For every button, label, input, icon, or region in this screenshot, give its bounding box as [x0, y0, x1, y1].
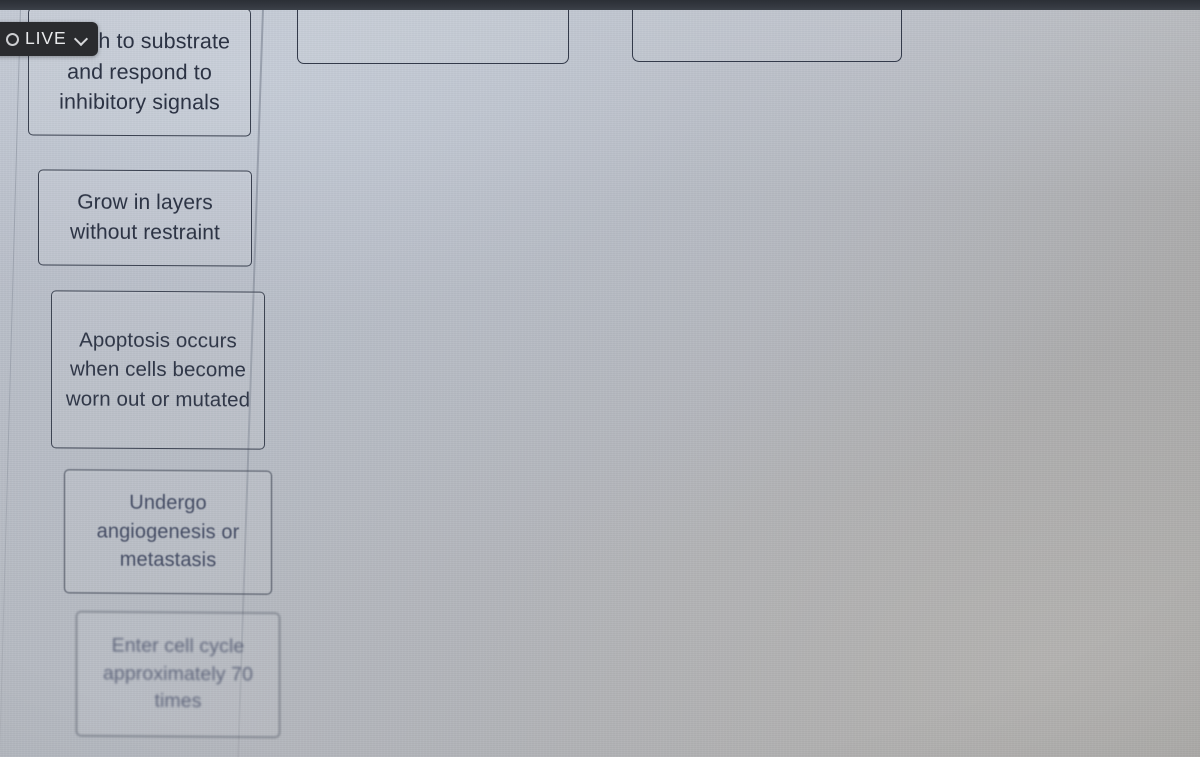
answer-tile-grow-in-layers[interactable]: Grow in layers without restraint	[38, 169, 252, 267]
chevron-down-icon[interactable]	[75, 33, 88, 46]
answer-tile-enter-cell-cycle[interactable]: Enter cell cycle approximately 70 times	[76, 611, 280, 738]
answer-tile-label: Apoptosis occurs when cells become worn …	[65, 328, 251, 412]
answer-tile-label: Grow in layers without restraint	[70, 190, 220, 245]
live-badge-label: LIVE	[25, 28, 67, 49]
screen-photo-surface: Attach to substrate and respond to inhib…	[0, 0, 1200, 757]
monitor-top-bezel	[0, 0, 1200, 10]
answer-tile-apoptosis-occurs[interactable]: Apoptosis occurs when cells become worn …	[51, 290, 265, 450]
live-status-badge[interactable]: LIVE	[0, 22, 98, 56]
record-circle-icon	[6, 32, 19, 46]
answer-tile-undergo-angiogenesis[interactable]: Undergo angiogenesis or metastasis	[64, 469, 272, 595]
container-left-rule	[0, 8, 22, 757]
answer-tile-label: Enter cell cycle approximately 70 times	[102, 634, 254, 713]
answer-tile-label: Undergo angiogenesis or metastasis	[96, 492, 240, 572]
